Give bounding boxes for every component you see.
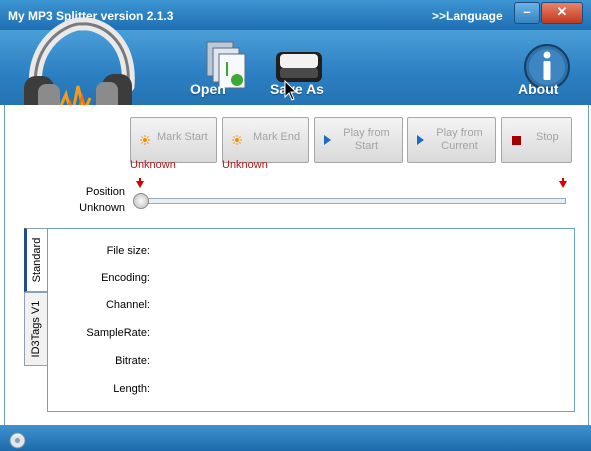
channel-label: Channel: xyxy=(105,299,150,311)
tab-id3tags-label: ID3Tags V1 xyxy=(30,300,42,358)
minimize-icon: – xyxy=(523,4,531,19)
stop-label: Stop xyxy=(536,131,559,143)
mark-end-label: Mark End xyxy=(253,131,301,143)
open-button[interactable]: Open xyxy=(190,81,226,97)
length-label: Length: xyxy=(113,383,150,395)
play-from-start-label: Play from Start xyxy=(343,127,390,152)
tab-id3tags-v1[interactable]: ID3Tags V1 xyxy=(24,292,47,366)
start-marker-icon[interactable] xyxy=(136,178,144,188)
stop-button[interactable]: Stop xyxy=(501,117,572,163)
position-slider-thumb[interactable] xyxy=(133,193,149,209)
play-from-current-label: Play from Current xyxy=(436,127,483,152)
mark-end-value: Unknown xyxy=(222,159,268,171)
mouse-cursor-icon xyxy=(284,80,298,101)
play-icon xyxy=(324,118,331,162)
encoding-label: Encoding: xyxy=(101,272,150,284)
position-label: Position Unknown xyxy=(79,186,125,214)
language-link[interactable]: >>Language xyxy=(432,9,503,23)
play-icon xyxy=(417,118,424,162)
status-bar xyxy=(0,425,591,451)
close-button[interactable]: ✕ xyxy=(541,2,583,24)
close-icon: ✕ xyxy=(556,4,568,19)
mark-start-label: Mark Start xyxy=(157,131,208,143)
minimize-button[interactable]: – xyxy=(514,2,540,24)
play-from-current-button[interactable]: Play from Current xyxy=(407,117,496,163)
position-value: Unknown xyxy=(79,202,125,214)
about-button[interactable]: About xyxy=(518,81,558,97)
mark-start-button[interactable]: Mark Start xyxy=(130,117,217,163)
sun-icon xyxy=(232,118,242,162)
disc-icon[interactable] xyxy=(9,432,26,449)
tab-standard-label: Standard xyxy=(31,237,43,283)
mark-start-value: Unknown xyxy=(130,159,176,171)
bitrate-label: Bitrate: xyxy=(115,355,150,367)
samplerate-label: SampleRate: xyxy=(86,327,150,339)
sun-icon xyxy=(140,118,150,162)
end-marker-icon[interactable] xyxy=(559,178,567,188)
mark-end-button[interactable]: Mark End xyxy=(222,117,309,163)
stop-icon xyxy=(512,118,521,162)
file-size-label: File size: xyxy=(106,245,150,257)
play-from-start-button[interactable]: Play from Start xyxy=(314,117,403,163)
tab-standard[interactable]: Standard xyxy=(24,228,47,292)
position-track[interactable] xyxy=(146,198,566,204)
